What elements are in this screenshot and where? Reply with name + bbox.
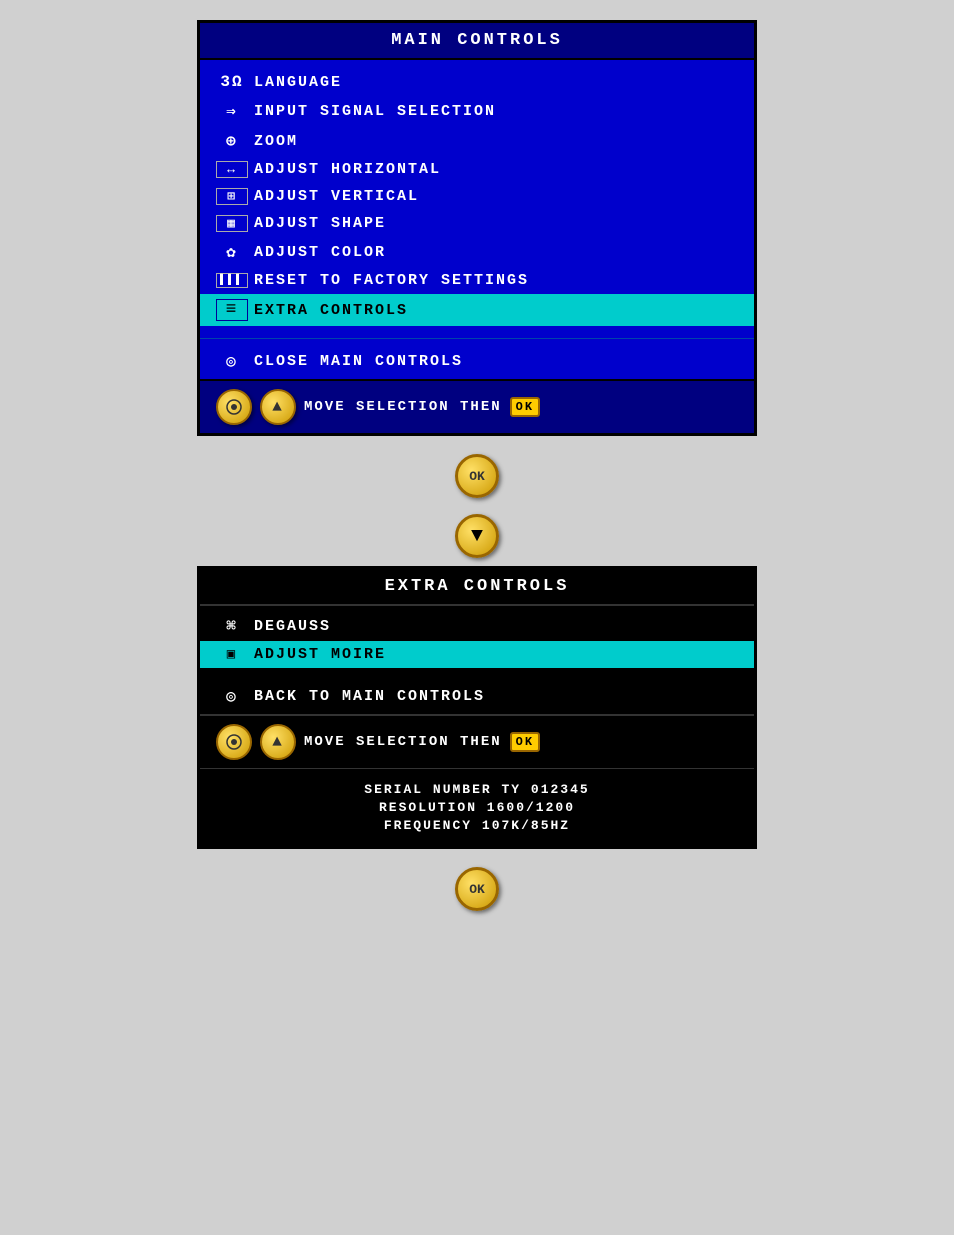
reset-icon: ▌▌▌ <box>216 273 248 288</box>
bottom-ok-icon[interactable]: OK <box>455 867 499 911</box>
menu-item-adjust-horizontal[interactable]: ↔ ADJUST HORIZONTAL <box>200 156 754 183</box>
menu-item-reset[interactable]: ▌▌▌ RESET TO FACTORY SETTINGS <box>200 267 754 294</box>
adjust-shape-label: ADJUST SHAPE <box>254 215 386 232</box>
extra-controls-title: EXTRA CONTROLS <box>200 569 754 606</box>
extra-controls-label: EXTRA CONTROLS <box>254 302 408 319</box>
adjust-moire-label: ADJUST MOIRE <box>254 646 386 663</box>
vertical-icon: ⊞ <box>216 188 248 205</box>
ok-text: OK <box>469 469 485 484</box>
joystick-icon-1 <box>216 389 252 425</box>
extra-menu-list: ⌘ DEGAUSS ▣ ADJUST MOIRE ◎ BACK TO MAIN … <box>200 606 754 714</box>
moire-icon: ▣ <box>216 646 248 663</box>
zoom-label: ZOOM <box>254 133 298 150</box>
frequency: FREQUENCY 107K/85HZ <box>200 818 754 833</box>
degauss-icon: ⌘ <box>216 616 248 636</box>
footer-label: MOVE SELECTION THEN <box>304 399 502 415</box>
menu-item-adjust-shape[interactable]: ▦ ADJUST SHAPE <box>200 210 754 237</box>
degauss-label: DEGAUSS <box>254 618 331 635</box>
standalone-icons-row: OK <box>197 446 757 506</box>
input-signal-icon: ⇒ <box>216 101 248 121</box>
info-block: SERIAL NUMBER TY 012345 RESOLUTION 1600/… <box>200 768 754 846</box>
menu-item-adjust-color[interactable]: ✿ ADJUST COLOR <box>200 237 754 267</box>
ec-joystick-icon-1 <box>216 724 252 760</box>
zoom-icon: ⊕ <box>216 131 248 151</box>
extra-controls-panel: EXTRA CONTROLS ⌘ DEGAUSS ▣ ADJUST MOIRE … <box>197 566 757 849</box>
close-main-row[interactable]: ◎ CLOSE MAIN CONTROLS <box>200 343 754 379</box>
menu-item-input-signal[interactable]: ⇒ INPUT SIGNAL SELECTION <box>200 96 754 126</box>
adjust-color-label: ADJUST COLOR <box>254 244 386 261</box>
divider-1 <box>200 338 754 339</box>
horizontal-icon: ↔ <box>216 161 248 178</box>
extra-controls-footer: ▲ MOVE SELECTION THEN OK <box>200 714 754 768</box>
close-main-label: CLOSE MAIN CONTROLS <box>254 353 463 370</box>
main-menu-list: 3Ω LANGUAGE ⇒ INPUT SIGNAL SELECTION ⊕ Z… <box>200 60 754 334</box>
main-controls-panel: MAIN CONTROLS 3Ω LANGUAGE ⇒ INPUT SIGNAL… <box>197 20 757 436</box>
menu-item-adjust-moire[interactable]: ▣ ADJUST MOIRE <box>200 641 754 668</box>
main-controls-title: MAIN CONTROLS <box>200 23 754 60</box>
menu-item-degauss[interactable]: ⌘ DEGAUSS <box>200 606 754 641</box>
ec-footer-label: MOVE SELECTION THEN <box>304 734 502 750</box>
menu-item-extra-controls[interactable]: ≡ EXTRA CONTROLS <box>200 294 754 326</box>
back-icon: ◎ <box>216 686 248 706</box>
menu-item-language[interactable]: 3Ω LANGUAGE <box>200 68 754 96</box>
menu-item-zoom[interactable]: ⊕ ZOOM <box>200 126 754 156</box>
close-main-icon: ◎ <box>216 351 248 371</box>
ok-box-main: OK <box>510 397 540 417</box>
ec-joystick-icon-2: ▲ <box>260 724 296 760</box>
back-main-row[interactable]: ◎ BACK TO MAIN CONTROLS <box>200 678 754 714</box>
shape-icon: ▦ <box>216 215 248 232</box>
arrow-down-text: ▼ <box>471 525 483 548</box>
bottom-ok-row: OK <box>197 859 757 919</box>
resolution: RESOLUTION 1600/1200 <box>200 800 754 815</box>
standalone-arrow-icon[interactable]: ▼ <box>455 514 499 558</box>
back-main-label: BACK TO MAIN CONTROLS <box>254 688 485 705</box>
adjust-horizontal-label: ADJUST HORIZONTAL <box>254 161 441 178</box>
extra-controls-icon: ≡ <box>216 299 248 321</box>
input-signal-label: INPUT SIGNAL SELECTION <box>254 103 496 120</box>
standalone-arrow-row: ▼ <box>197 506 757 566</box>
language-icon: 3Ω <box>216 73 248 91</box>
main-controls-footer: ▲ MOVE SELECTION THEN OK <box>200 379 754 433</box>
bottom-ok-text: OK <box>469 882 485 897</box>
reset-label: RESET TO FACTORY SETTINGS <box>254 272 529 289</box>
color-icon: ✿ <box>216 242 248 262</box>
language-label: LANGUAGE <box>254 74 342 91</box>
joystick-icon-2: ▲ <box>260 389 296 425</box>
menu-item-adjust-vertical[interactable]: ⊞ ADJUST VERTICAL <box>200 183 754 210</box>
standalone-ok-icon[interactable]: OK <box>455 454 499 498</box>
ok-box-extra: OK <box>510 732 540 752</box>
serial-number: SERIAL NUMBER TY 012345 <box>200 782 754 797</box>
adjust-vertical-label: ADJUST VERTICAL <box>254 188 419 205</box>
